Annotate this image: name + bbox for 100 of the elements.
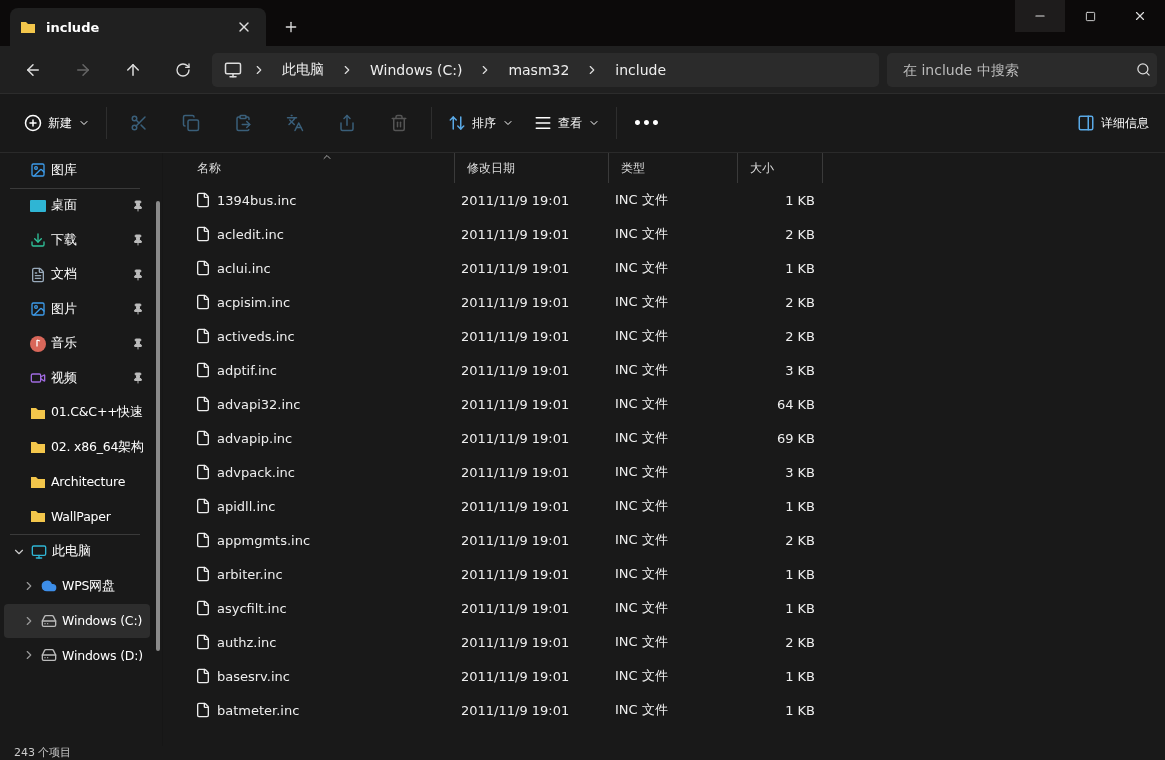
file-name[interactable]: aclui.inc xyxy=(217,260,271,276)
pin-icon[interactable] xyxy=(132,268,144,281)
sidebar-item[interactable]: Windows (C:) xyxy=(4,603,150,638)
sidebar-item[interactable]: 此电脑 xyxy=(4,534,150,569)
breadcrumb[interactable]: include xyxy=(609,61,673,78)
file-name[interactable]: advpack.inc xyxy=(217,464,295,480)
table-cell-text: INC 文件 xyxy=(614,327,669,345)
table-cell-text: INC 文件 xyxy=(614,259,669,277)
file-icon xyxy=(195,702,211,718)
file-icon xyxy=(195,600,211,616)
pin-icon[interactable] xyxy=(132,234,144,247)
table-cell-text: 69 KB xyxy=(775,430,816,446)
table-cell-text: 2011/11/9 19:01 xyxy=(460,396,571,412)
breadcrumb[interactable]: 此电脑 xyxy=(276,60,330,79)
table-cell-text: 64 KB xyxy=(775,396,816,412)
table-cell-text: 2 KB xyxy=(784,226,816,242)
folder-icon xyxy=(30,440,46,455)
share-icon[interactable] xyxy=(338,114,356,132)
sidebar-item[interactable]: 音乐 xyxy=(4,326,150,361)
column-header[interactable]: 大小 xyxy=(738,153,823,183)
address-bar[interactable]: 此电脑 Windows (C:) masm32 include xyxy=(212,52,879,87)
copy-icon[interactable] xyxy=(182,114,200,132)
file-icon xyxy=(195,260,211,276)
table-cell-text: INC 文件 xyxy=(614,429,669,447)
pin-icon[interactable] xyxy=(132,199,144,212)
file-name[interactable]: batmeter.inc xyxy=(217,702,300,718)
folder-tab[interactable]: include xyxy=(10,8,266,46)
cut-icon[interactable] xyxy=(130,114,148,132)
file-name[interactable]: authz.inc xyxy=(217,634,277,650)
sidebar-item[interactable]: WallPaper xyxy=(4,499,150,534)
drive-icon xyxy=(41,612,57,629)
table-cell-text: INC 文件 xyxy=(614,497,669,515)
table-cell-text: INC 文件 xyxy=(614,395,669,413)
file-icon xyxy=(195,396,211,412)
file-icon xyxy=(195,668,211,684)
computer-icon xyxy=(224,60,242,79)
file-icon xyxy=(195,430,211,446)
file-name[interactable]: acpisim.inc xyxy=(217,294,291,310)
table-cell-text: 1 KB xyxy=(784,566,816,582)
file-name[interactable]: apidll.inc xyxy=(217,498,276,514)
table-cell-text: 2011/11/9 19:01 xyxy=(460,294,571,310)
pin-icon[interactable] xyxy=(132,337,144,350)
column-header[interactable]: 类型 xyxy=(609,153,738,183)
breadcrumb[interactable]: masm32 xyxy=(502,61,576,78)
sidebar-item[interactable]: 下载 xyxy=(4,223,150,258)
column-header[interactable]: 修改日期 xyxy=(455,153,609,183)
tab-title: include xyxy=(46,19,101,35)
pin-icon[interactable] xyxy=(132,303,144,316)
download-icon xyxy=(30,232,46,249)
file-name[interactable]: 1394bus.inc xyxy=(217,192,297,208)
view-button[interactable]: 查看 xyxy=(524,105,610,141)
refresh-icon[interactable] xyxy=(175,61,191,78)
document-icon xyxy=(30,266,46,283)
details-button[interactable]: 详细信息 xyxy=(1067,105,1159,141)
sidebar-item[interactable]: 图片 xyxy=(4,292,150,327)
file-name[interactable]: arbiter.inc xyxy=(217,566,283,582)
table-cell-text: 2011/11/9 19:01 xyxy=(460,532,571,548)
file-name[interactable]: appmgmts.inc xyxy=(217,532,311,548)
table-cell-text: INC 文件 xyxy=(614,191,669,209)
sidebar-item[interactable]: WPS网盘 xyxy=(4,569,150,604)
music-icon xyxy=(30,335,46,352)
breadcrumb[interactable]: Windows (C:) xyxy=(364,61,469,78)
sidebar-item[interactable]: 视频 xyxy=(4,361,150,396)
file-name[interactable]: advapip.inc xyxy=(217,430,293,446)
table-cell-text: 2 KB xyxy=(784,532,816,548)
file-name[interactable]: acledit.inc xyxy=(217,226,284,242)
more-button[interactable]: ••• xyxy=(623,105,670,141)
file-name[interactable]: advapi32.inc xyxy=(217,396,301,412)
sidebar-item[interactable]: 文档 xyxy=(4,257,150,292)
search-bar[interactable]: 在 include 中搜索 xyxy=(887,52,1157,87)
file-name[interactable]: asycfilt.inc xyxy=(217,600,287,616)
scrollbar[interactable] xyxy=(156,201,160,651)
table-cell-text: 2011/11/9 19:01 xyxy=(460,464,571,480)
sort-button[interactable]: 排序 xyxy=(438,105,524,141)
search-field[interactable]: 在 include 中搜索 xyxy=(901,60,1136,79)
folder-icon xyxy=(20,20,36,34)
picture-icon xyxy=(30,301,46,318)
new-button[interactable]: 新建 xyxy=(14,105,100,141)
pin-icon[interactable] xyxy=(132,372,144,385)
sidebar-item[interactable]: Windows (D:) xyxy=(4,638,150,673)
sidebar-item[interactable]: Architecture xyxy=(4,464,150,499)
new-tab-icon[interactable] xyxy=(283,19,299,35)
file-name[interactable]: activeds.inc xyxy=(217,328,295,344)
table-cell-text: 1 KB xyxy=(784,192,816,208)
column-header[interactable]: 名称 xyxy=(171,153,455,183)
sidebar-item[interactable]: 02. x86_64架构 xyxy=(4,430,150,465)
sidebar-item[interactable]: 01.C&C++快速 xyxy=(4,395,150,430)
file-name[interactable]: adptif.inc xyxy=(217,362,277,378)
sidebar-item[interactable]: 桌面 xyxy=(4,188,150,223)
sidebar-item[interactable]: 图库 xyxy=(4,153,150,188)
file-icon xyxy=(195,464,211,480)
file-icon xyxy=(195,226,211,242)
desktop-icon xyxy=(30,198,46,213)
gallery-icon xyxy=(30,162,46,179)
file-icon xyxy=(195,362,211,378)
file-name[interactable]: basesrv.inc xyxy=(217,668,290,684)
paste-icon[interactable] xyxy=(234,114,252,132)
table-cell-text: INC 文件 xyxy=(614,225,669,243)
table-cell-text: 1 KB xyxy=(784,702,816,718)
table-cell-text: 2011/11/9 19:01 xyxy=(460,668,571,684)
